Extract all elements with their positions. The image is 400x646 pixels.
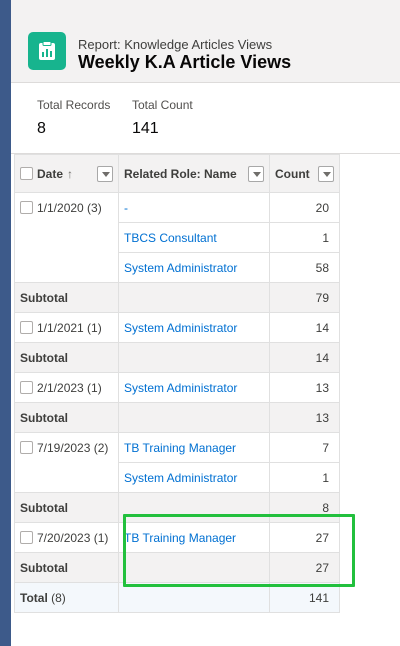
group-date-cell: 1/1/2020 (3) <box>14 192 119 283</box>
role-cell[interactable]: TB Training Manager <box>118 522 270 553</box>
count-cell: 14 <box>269 312 340 343</box>
table-row: 1/1/2020 (3) - 20 <box>14 192 340 283</box>
column-header-date[interactable]: Date ↑ <box>14 154 119 193</box>
subtotal-label: Subtotal <box>14 492 119 523</box>
group-date-label: 7/19/2023 (2) <box>37 441 109 455</box>
report-type-label: Report: Knowledge Articles Views <box>78 37 273 52</box>
count-cell: 7 <box>269 432 340 463</box>
role-cell[interactable]: System Administrator <box>118 312 270 343</box>
count-cell: 58 <box>269 252 340 283</box>
role-cell[interactable]: System Administrator <box>118 252 270 283</box>
group-date-cell: 2/1/2023 (1) <box>14 372 119 403</box>
role-column-menu-button[interactable] <box>248 165 264 182</box>
total-count-label: Total Count <box>132 98 193 112</box>
count-cell: 1 <box>269 222 340 253</box>
sort-ascending-icon[interactable]: ↑ <box>67 167 73 181</box>
group-date-label: 1/1/2021 (1) <box>37 321 102 335</box>
count-cell: 20 <box>269 192 340 223</box>
subtotal-row: Subtotal 27 <box>14 552 340 583</box>
empty-cell <box>118 582 270 613</box>
total-label-cell: Total (8) <box>14 582 119 613</box>
role-cell[interactable]: TBCS Consultant <box>118 222 270 253</box>
subtotal-row: Subtotal 8 <box>14 492 340 523</box>
count-column-menu-button[interactable] <box>318 165 334 182</box>
subtotal-row: Subtotal 13 <box>14 402 340 433</box>
count-cell: 27 <box>269 522 340 553</box>
count-cell: 1 <box>269 462 340 493</box>
total-records-label: Total Records <box>37 98 111 112</box>
table-row: 2/1/2023 (1) System Administrator 13 <box>14 372 340 403</box>
total-record-count: (8) <box>51 590 66 605</box>
report-icon <box>28 32 66 70</box>
table-row: 1/1/2021 (1) System Administrator 14 <box>14 312 340 343</box>
table-header-row: Date ↑ Related Role: Name Count <box>14 154 340 193</box>
role-cell[interactable]: System Administrator <box>118 372 270 403</box>
group-date-label: 7/20/2023 (1) <box>37 531 109 545</box>
report-summary: Total Records 8 Total Count 141 <box>11 84 400 154</box>
page-title: Weekly K.A Article Views <box>78 52 292 72</box>
table-row: 7/19/2023 (2) TB Training Manager 7 <box>14 432 340 493</box>
date-column-label: Date <box>37 166 64 181</box>
group-date-label: 2/1/2023 (1) <box>37 381 102 395</box>
row-checkbox[interactable] <box>20 381 33 394</box>
role-cell[interactable]: System Administrator <box>118 462 270 493</box>
total-row: Total (8) 141 <box>14 582 340 613</box>
row-checkbox[interactable] <box>20 441 33 454</box>
empty-cell <box>118 282 270 313</box>
group-date-cell: 7/19/2023 (2) <box>14 432 119 493</box>
group-date-label: 1/1/2020 (3) <box>37 201 102 215</box>
total-count-stat: Total Count 141 <box>132 98 193 138</box>
column-header-role[interactable]: Related Role: Name <box>118 154 270 193</box>
row-checkbox[interactable] <box>20 531 33 544</box>
report-header: Report: Knowledge Articles Views Weekly … <box>11 0 400 83</box>
count-column-label: Count <box>275 166 310 181</box>
subtotal-label: Subtotal <box>14 552 119 583</box>
subtotal-label: Subtotal <box>14 402 119 433</box>
group-date-cell: 1/1/2021 (1) <box>14 312 119 343</box>
subtotal-value: 79 <box>269 282 340 313</box>
subtotal-value: 13 <box>269 402 340 433</box>
subtotal-label: Subtotal <box>14 342 119 373</box>
row-checkbox[interactable] <box>20 321 33 334</box>
report-panel: Report: Knowledge Articles Views Weekly … <box>11 0 400 646</box>
subtotal-value: 27 <box>269 552 340 583</box>
total-records-value: 8 <box>37 120 46 137</box>
total-count-value: 141 <box>132 120 159 137</box>
empty-cell <box>118 552 270 583</box>
total-label: Total <box>20 590 48 605</box>
total-value: 141 <box>269 582 340 613</box>
empty-cell <box>118 492 270 523</box>
select-all-checkbox[interactable] <box>20 166 33 180</box>
empty-cell <box>118 402 270 433</box>
subtotal-row: Subtotal 79 <box>14 282 340 313</box>
left-accent-bar <box>0 0 11 646</box>
empty-cell <box>118 342 270 373</box>
row-checkbox[interactable] <box>20 201 33 214</box>
role-cell[interactable]: TB Training Manager <box>118 432 270 463</box>
column-header-count[interactable]: Count <box>269 154 340 193</box>
role-cell[interactable]: - <box>118 192 270 223</box>
subtotal-value: 8 <box>269 492 340 523</box>
count-cell: 13 <box>269 372 340 403</box>
subtotal-value: 14 <box>269 342 340 373</box>
role-column-label: Related Role: Name <box>124 166 237 181</box>
table-row: 7/20/2023 (1) TB Training Manager 27 <box>14 522 340 553</box>
date-column-menu-button[interactable] <box>97 165 113 182</box>
subtotal-label: Subtotal <box>14 282 119 313</box>
subtotal-row: Subtotal 14 <box>14 342 340 373</box>
group-date-cell: 7/20/2023 (1) <box>14 522 119 553</box>
total-records-stat: Total Records 8 <box>37 98 110 138</box>
report-table: Date ↑ Related Role: Name Count 1/1/2020… <box>14 154 340 613</box>
